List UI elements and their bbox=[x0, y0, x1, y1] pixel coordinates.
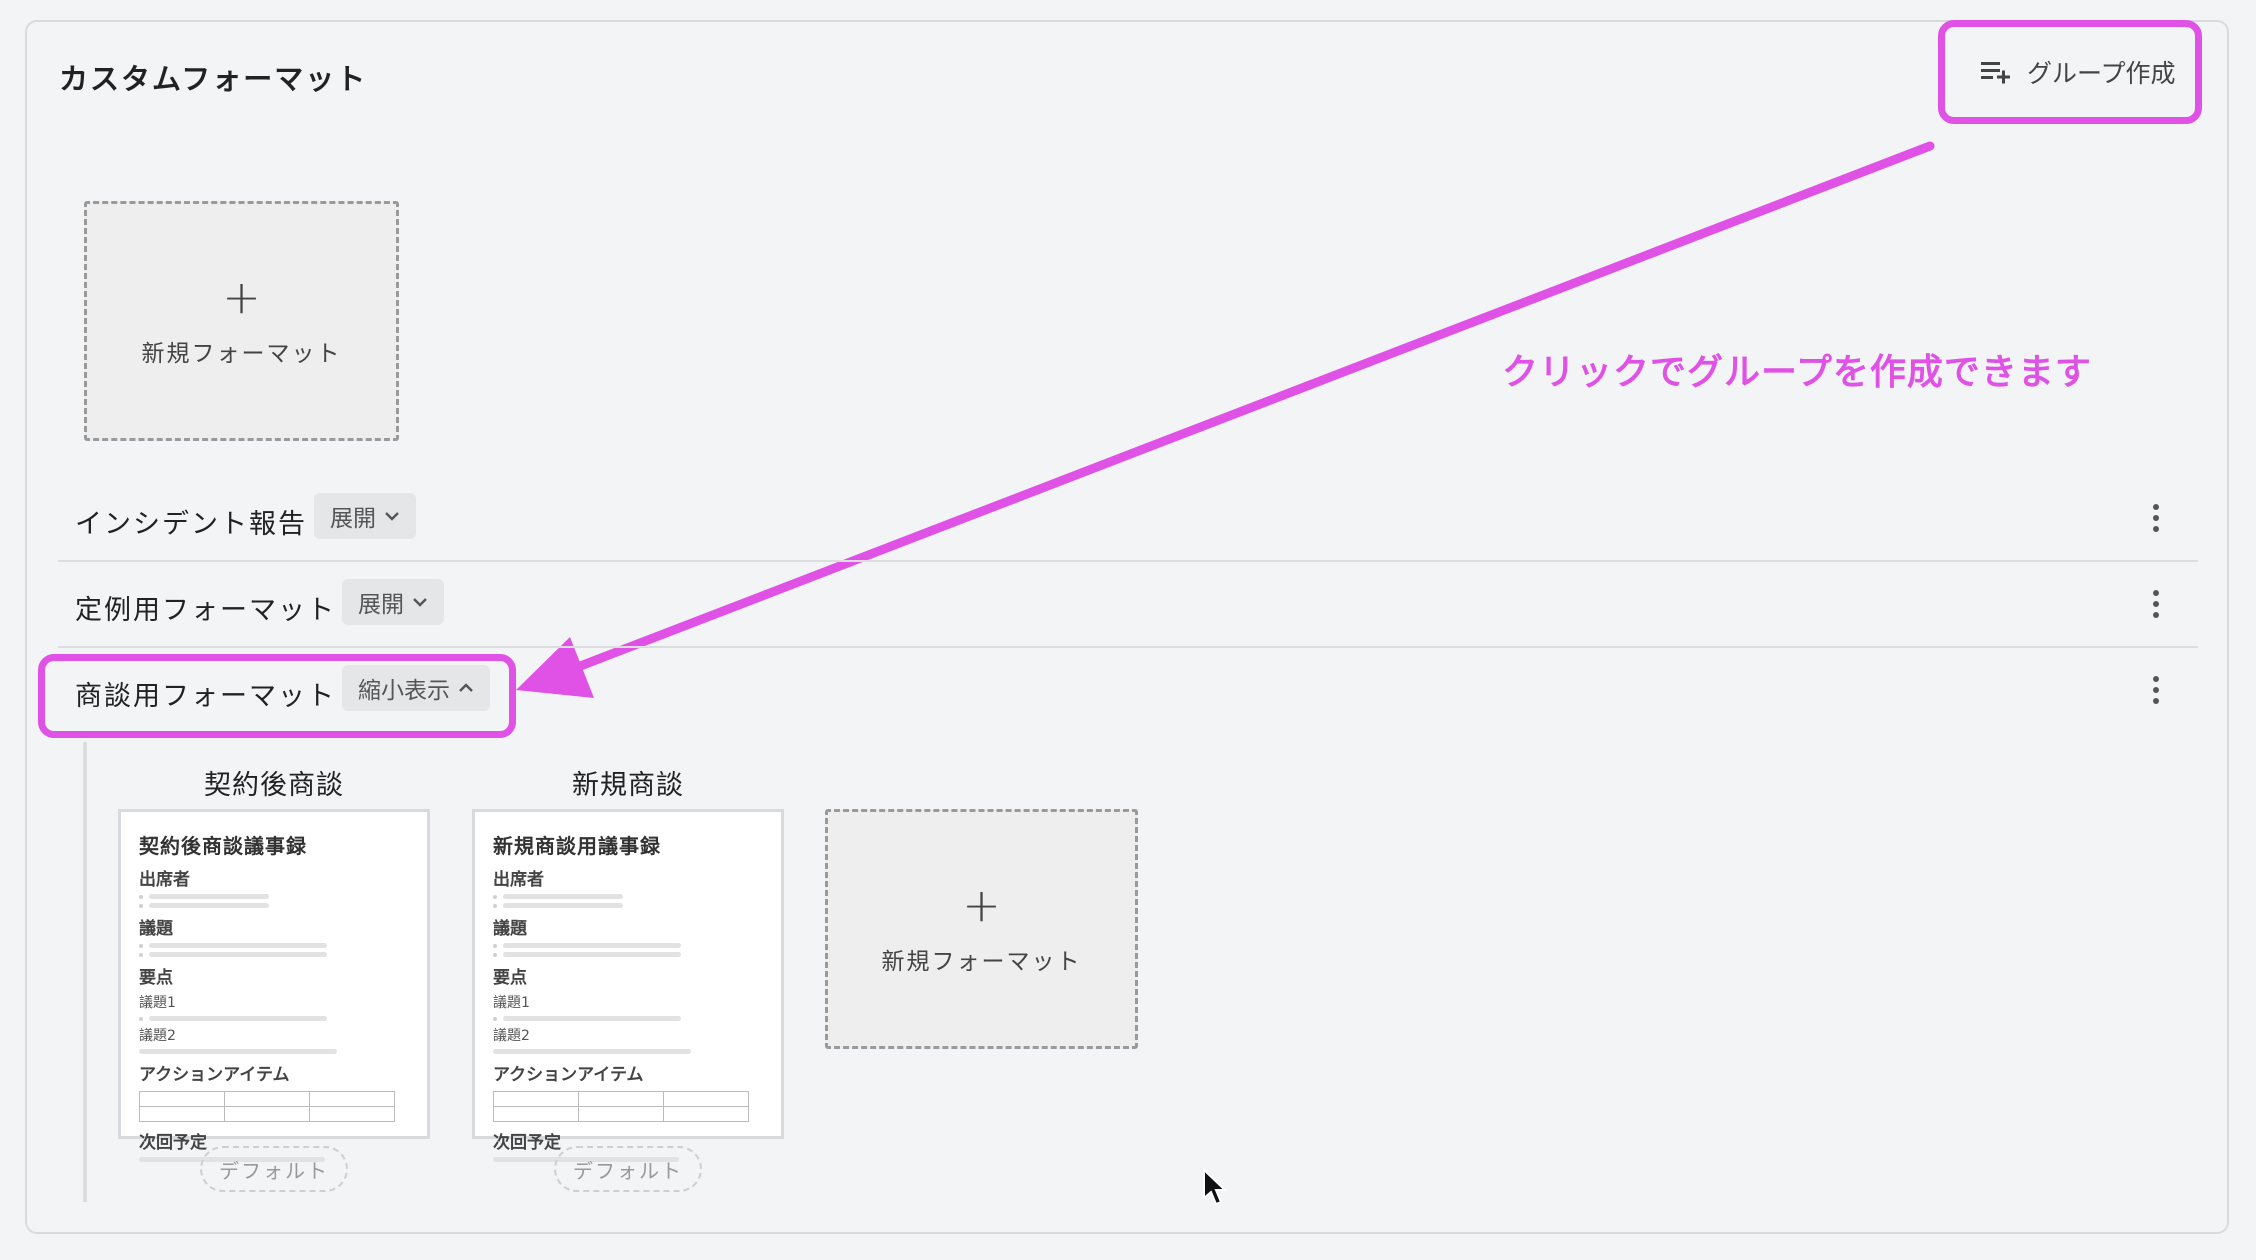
new-format-card[interactable]: + 新規フォーマット bbox=[825, 809, 1138, 1049]
annotation-text: クリックでグループを作成できます bbox=[1502, 352, 2092, 393]
doc-section-agenda: 議題 bbox=[493, 919, 527, 939]
placeholder-line bbox=[493, 894, 763, 899]
placeholder-line bbox=[139, 894, 409, 899]
placeholder-line bbox=[139, 1016, 409, 1021]
placeholder-line bbox=[139, 943, 409, 948]
group-create-button[interactable]: グループ作成 bbox=[1938, 20, 2202, 124]
new-format-label: 新規フォーマット bbox=[881, 949, 1082, 975]
default-badge: デフォルト bbox=[554, 1146, 702, 1192]
doc-section-attendees: 出席者 bbox=[493, 870, 544, 890]
expand-button[interactable]: 展開 bbox=[314, 493, 416, 539]
doc-section-points: 要点 bbox=[493, 968, 527, 988]
expand-button[interactable]: 展開 bbox=[342, 579, 444, 625]
placeholder-line bbox=[139, 1049, 337, 1054]
placeholder-line bbox=[139, 903, 409, 908]
divider bbox=[58, 646, 2198, 648]
doc-section-actions: アクションアイテム bbox=[493, 1065, 644, 1085]
group-highlight bbox=[38, 654, 516, 738]
plus-icon: + bbox=[222, 270, 261, 324]
new-format-card[interactable]: + 新規フォーマット bbox=[84, 201, 399, 441]
group-row-incident: インシデント報告 展開 bbox=[58, 478, 2198, 562]
doc-agenda1: 議題1 bbox=[493, 995, 530, 1011]
placeholder-line bbox=[493, 1049, 691, 1054]
placeholder-line bbox=[493, 903, 763, 908]
doc-agenda2: 議題2 bbox=[493, 1028, 530, 1044]
toggle-label: 展開 bbox=[330, 506, 376, 532]
chevron-down-icon bbox=[385, 512, 399, 521]
more-menu-icon[interactable] bbox=[2150, 672, 2162, 708]
doc-heading: 契約後商談議事録 bbox=[139, 834, 307, 858]
group-row-regular: 定例用フォーマット 展開 bbox=[58, 564, 2198, 648]
format-title: 新規商談 bbox=[572, 770, 684, 801]
placeholder-line bbox=[493, 952, 763, 957]
page-title: カスタムフォーマット bbox=[59, 62, 368, 96]
group-name: インシデント報告 bbox=[75, 509, 307, 540]
doc-agenda1: 議題1 bbox=[139, 995, 176, 1011]
placeholder-line bbox=[493, 1016, 763, 1021]
placeholder-line bbox=[139, 952, 409, 957]
group-indent-line bbox=[83, 742, 87, 1202]
playlist-add-icon bbox=[1981, 62, 2010, 84]
doc-agenda2: 議題2 bbox=[139, 1028, 176, 1044]
format-preview-card[interactable]: 新規商談用議事録 出席者 議題 要点 議題1 議題2 アクションアイテム 次回予… bbox=[472, 809, 784, 1162]
divider bbox=[58, 560, 2198, 562]
doc-section-agenda: 議題 bbox=[139, 919, 173, 939]
default-badge: デフォルト bbox=[200, 1146, 348, 1192]
placeholder-line bbox=[493, 943, 763, 948]
doc-section-points: 要点 bbox=[139, 968, 173, 988]
format-title: 契約後商談 bbox=[204, 770, 344, 801]
action-table bbox=[139, 1091, 395, 1122]
chevron-down-icon bbox=[413, 598, 427, 607]
new-format-label: 新規フォーマット bbox=[141, 341, 342, 367]
more-menu-icon[interactable] bbox=[2150, 586, 2162, 622]
action-table bbox=[493, 1091, 749, 1122]
doc-heading: 新規商談用議事録 bbox=[493, 834, 661, 858]
more-menu-icon[interactable] bbox=[2150, 500, 2162, 536]
mouse-cursor-icon bbox=[1203, 1168, 1228, 1206]
doc-section-actions: アクションアイテム bbox=[139, 1065, 290, 1085]
toggle-label: 展開 bbox=[358, 592, 404, 618]
doc-section-attendees: 出席者 bbox=[139, 870, 190, 890]
group-create-label: グループ作成 bbox=[2027, 59, 2176, 88]
plus-icon: + bbox=[962, 878, 1001, 932]
format-preview-card[interactable]: 契約後商談議事録 出席者 議題 要点 議題1 議題2 アクションアイテム 次回予… bbox=[118, 809, 430, 1162]
group-name: 定例用フォーマット bbox=[75, 595, 336, 626]
